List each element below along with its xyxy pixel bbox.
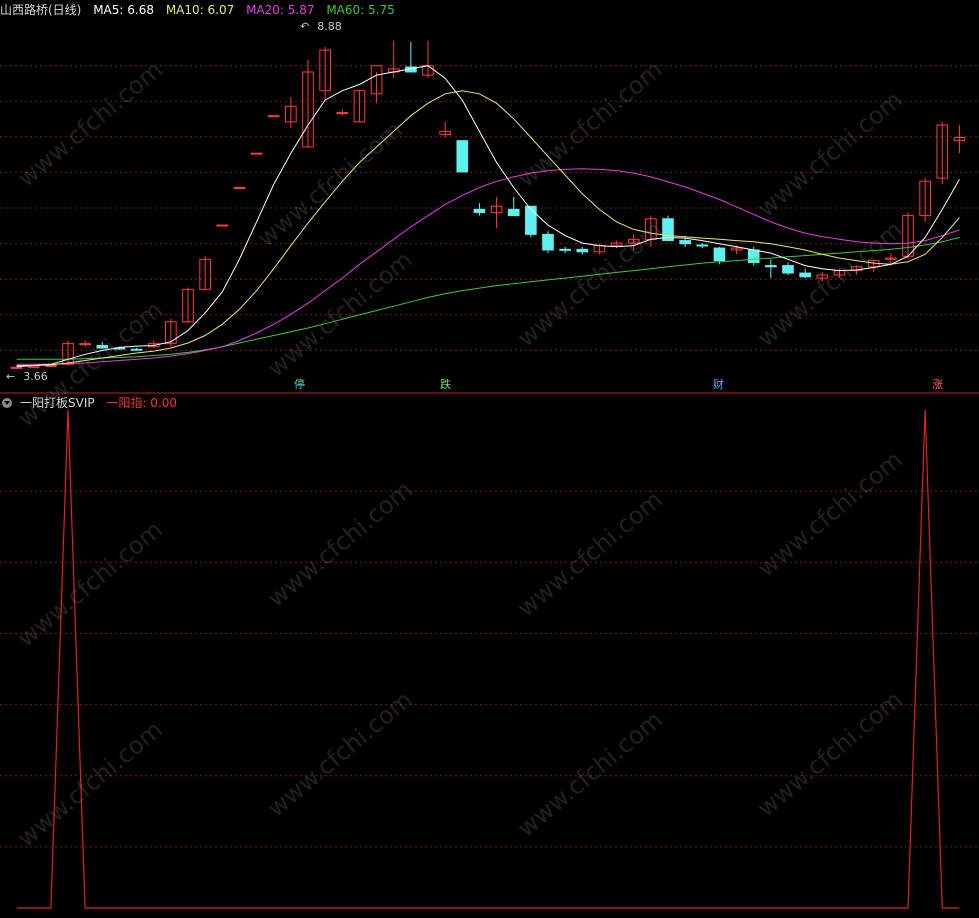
candle-down xyxy=(696,244,709,247)
candle-down xyxy=(765,265,777,268)
indicator-value-label: 一阳指: 0.00 xyxy=(106,396,178,410)
ma5-label: MA5: 6.68 xyxy=(93,3,154,17)
candle-down xyxy=(576,248,589,253)
candle-down xyxy=(525,205,537,235)
candle-up xyxy=(45,365,57,368)
ma60-label: MA60: 5.75 xyxy=(326,3,395,17)
event-tag-rise-text: 涨 xyxy=(932,378,943,391)
candle-up xyxy=(267,115,280,118)
stock-title[interactable]: 山西路桥(日线) xyxy=(0,3,81,17)
event-tag-halt-text: 停 xyxy=(294,378,305,391)
event-tag-drop-text: 跌 xyxy=(440,378,451,391)
candle-down xyxy=(130,348,143,351)
candle-up xyxy=(336,112,349,115)
main-chart-header: 山西路桥(日线) MA5: 6.68 MA10: 6.07 MA20: 5.87… xyxy=(0,1,403,19)
candle-down xyxy=(679,240,691,245)
candle-down xyxy=(559,248,571,251)
candle-down xyxy=(713,247,726,262)
candle-down xyxy=(456,140,469,173)
indicator-line xyxy=(16,409,960,909)
event-tag-finance-text: 财 xyxy=(713,378,724,391)
ma20-line xyxy=(16,168,960,365)
candle-down xyxy=(473,208,486,213)
low-arrow-icon: ← xyxy=(6,370,16,383)
candle-up xyxy=(250,152,263,155)
event-tag-finance[interactable]: 财 xyxy=(711,378,726,392)
candle-down xyxy=(542,233,554,251)
event-tag-halt[interactable]: 停 xyxy=(292,378,307,392)
ma20-label: MA20: 5.87 xyxy=(246,3,315,17)
low-price-label: 3.66 xyxy=(23,370,48,383)
candle-down xyxy=(799,272,811,278)
candle-down xyxy=(507,208,520,217)
high-price-annotation: ↶ 8.88 xyxy=(300,18,350,36)
candle-down xyxy=(747,249,760,263)
high-arrow-icon: ↶ xyxy=(300,20,310,33)
candle-down xyxy=(782,265,794,274)
candle-up xyxy=(79,343,91,346)
event-tag-rise[interactable]: 涨 xyxy=(930,378,945,392)
candle-up xyxy=(216,224,229,227)
high-price-label: 8.88 xyxy=(317,20,342,33)
dropdown-circle-icon[interactable] xyxy=(2,397,12,408)
candle-up xyxy=(233,187,246,190)
ma10-label: MA10: 6.07 xyxy=(165,3,235,17)
event-tag-drop[interactable]: 跌 xyxy=(438,378,453,392)
